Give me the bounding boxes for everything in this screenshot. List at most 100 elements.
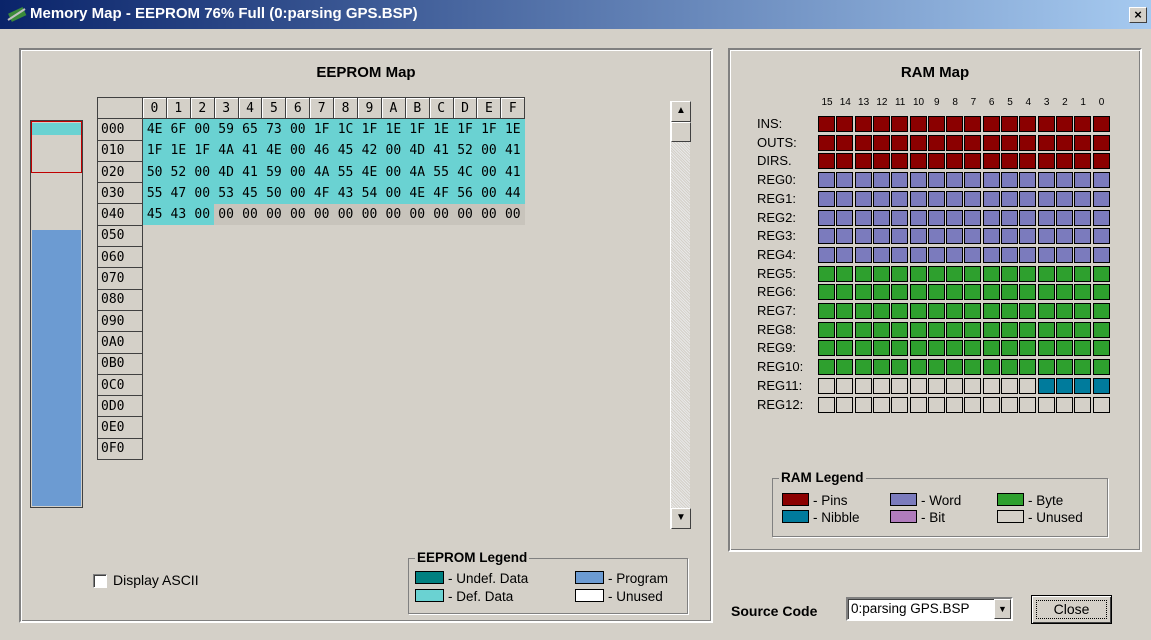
hex-byte-cell[interactable]: 59 [261,161,286,183]
hex-byte-cell[interactable]: 43 [333,182,358,204]
hex-byte-cell[interactable]: 00 [214,203,239,226]
hex-byte-cell[interactable]: 1F [357,118,382,141]
hex-byte-cell[interactable]: 44 [500,182,525,204]
display-ascii-checkbox[interactable] [93,574,107,589]
hex-byte-cell[interactable]: 00 [381,161,406,183]
hex-byte-cell[interactable]: 00 [500,203,525,226]
hex-byte-cell[interactable]: 1F [142,140,167,162]
hex-byte-cell[interactable]: 00 [190,182,215,204]
hex-byte-cell[interactable]: 52 [166,161,191,183]
hex-byte-cell[interactable]: 1E [500,118,525,141]
hex-byte-cell[interactable]: 42 [357,140,382,162]
scroll-up-icon[interactable]: ▲ [671,101,691,122]
bit-number: 9 [934,97,940,108]
hex-byte-cell[interactable]: 1F [309,118,334,141]
hex-byte-cell [238,395,262,417]
hex-byte-cell[interactable]: 41 [500,161,525,183]
hex-byte-cell[interactable]: 50 [142,161,167,183]
hex-byte-cell[interactable]: 00 [476,140,501,162]
hex-byte-cell[interactable]: 1E [429,118,454,141]
hex-byte-cell[interactable]: 00 [285,118,310,141]
hex-byte-cell[interactable]: 4E [357,161,382,183]
hex-byte-cell[interactable]: 00 [357,203,382,226]
hex-byte-cell[interactable]: 00 [309,203,334,226]
hex-byte-cell[interactable]: 00 [261,203,286,226]
hex-byte-cell[interactable]: 00 [190,203,215,226]
hex-byte-cell[interactable]: 4E [142,118,167,141]
hex-byte-cell[interactable]: 59 [214,118,239,141]
hex-row-address: 030 [97,182,143,205]
hex-byte-cell[interactable]: 4F [309,182,334,204]
hex-byte-cell[interactable]: 41 [238,161,262,183]
hex-byte-cell[interactable]: 4D [214,161,239,183]
hex-byte-cell[interactable]: 55 [429,161,454,183]
eeprom-usage-overview[interactable] [30,120,83,508]
ram-bit-cell [1074,190,1092,207]
hex-byte-cell[interactable]: 00 [333,203,358,226]
hex-byte-cell[interactable]: 4E [405,182,430,204]
hex-byte-cell[interactable]: 1F [405,118,430,141]
hex-byte-cell[interactable]: 65 [238,118,262,141]
hex-byte-cell[interactable]: 00 [238,203,262,226]
hex-byte-cell[interactable]: 1C [333,118,358,141]
hex-byte-cell[interactable]: 55 [333,161,358,183]
hex-byte-cell[interactable]: 00 [381,203,406,226]
hex-byte-cell[interactable]: 00 [405,203,430,226]
hex-byte-cell[interactable]: 00 [285,140,310,162]
window-close-icon[interactable]: × [1129,7,1147,23]
hex-byte-cell[interactable]: 41 [238,140,262,162]
hex-byte-cell[interactable]: 47 [166,182,191,204]
hex-byte-cell[interactable]: 73 [261,118,286,141]
hex-byte-cell[interactable]: 43 [166,203,191,226]
hex-byte-cell[interactable]: 56 [453,182,477,204]
hex-byte-cell[interactable]: 4A [405,161,430,183]
hex-byte-cell [190,331,215,354]
hex-byte-cell[interactable]: 54 [357,182,382,204]
eeprom-scrollbar[interactable]: ▲ ▼ [670,101,691,529]
hex-byte-cell[interactable]: 4A [309,161,334,183]
hex-byte-cell[interactable]: 00 [476,203,501,226]
source-code-select[interactable]: 0:parsing GPS.BSP ▼ [846,597,1013,621]
hex-byte-cell[interactable]: 1F [476,118,501,141]
hex-byte-cell[interactable]: 00 [381,140,406,162]
hex-byte-cell[interactable]: 41 [429,140,454,162]
hex-byte-cell[interactable]: 00 [285,161,310,183]
close-button[interactable]: Close [1031,595,1112,624]
dropdown-arrow-icon[interactable]: ▼ [994,599,1011,619]
hex-byte-cell[interactable]: 52 [453,140,477,162]
hex-byte-cell[interactable]: 1E [381,118,406,141]
hex-byte-cell[interactable]: 4C [453,161,477,183]
hex-byte-cell [333,438,358,460]
hex-byte-cell[interactable]: 1E [166,140,191,162]
hex-byte-cell[interactable]: 4A [214,140,239,162]
hex-byte-cell[interactable]: 4F [429,182,454,204]
hex-byte-cell[interactable]: 00 [190,161,215,183]
hex-byte-cell[interactable]: 55 [142,182,167,204]
hex-byte-cell[interactable]: 41 [500,140,525,162]
hex-byte-cell[interactable]: 1F [190,140,215,162]
hex-byte-cell[interactable]: 45 [333,140,358,162]
scroll-down-icon[interactable]: ▼ [671,508,691,529]
hex-byte-cell[interactable]: 00 [285,182,310,204]
hex-byte-cell[interactable]: 4E [261,140,286,162]
hex-byte-cell[interactable]: 00 [285,203,310,226]
hex-byte-cell[interactable]: 00 [190,118,215,141]
hex-byte-cell[interactable]: 45 [142,203,167,226]
hex-byte-cell[interactable]: 00 [476,161,501,183]
scroll-thumb[interactable] [671,122,691,142]
hex-byte-cell[interactable]: 4D [405,140,430,162]
hex-byte-cell[interactable]: 00 [476,182,501,204]
hex-byte-cell[interactable]: 00 [453,203,477,226]
hex-byte-cell [453,310,477,332]
hex-row-address: 000 [97,118,143,141]
hex-byte-cell[interactable]: 1F [453,118,477,141]
hex-byte-cell[interactable]: 50 [261,182,286,204]
hex-byte-cell[interactable]: 46 [309,140,334,162]
hex-byte-cell[interactable]: 6F [166,118,191,141]
hex-byte-cell[interactable]: 00 [429,203,454,226]
ram-bit-cell [1037,190,1055,207]
hex-byte-cell[interactable]: 45 [238,182,262,204]
hex-byte-cell[interactable]: 53 [214,182,239,204]
hex-byte-cell[interactable]: 00 [381,182,406,204]
display-ascii-option[interactable]: Display ASCII [93,572,199,589]
